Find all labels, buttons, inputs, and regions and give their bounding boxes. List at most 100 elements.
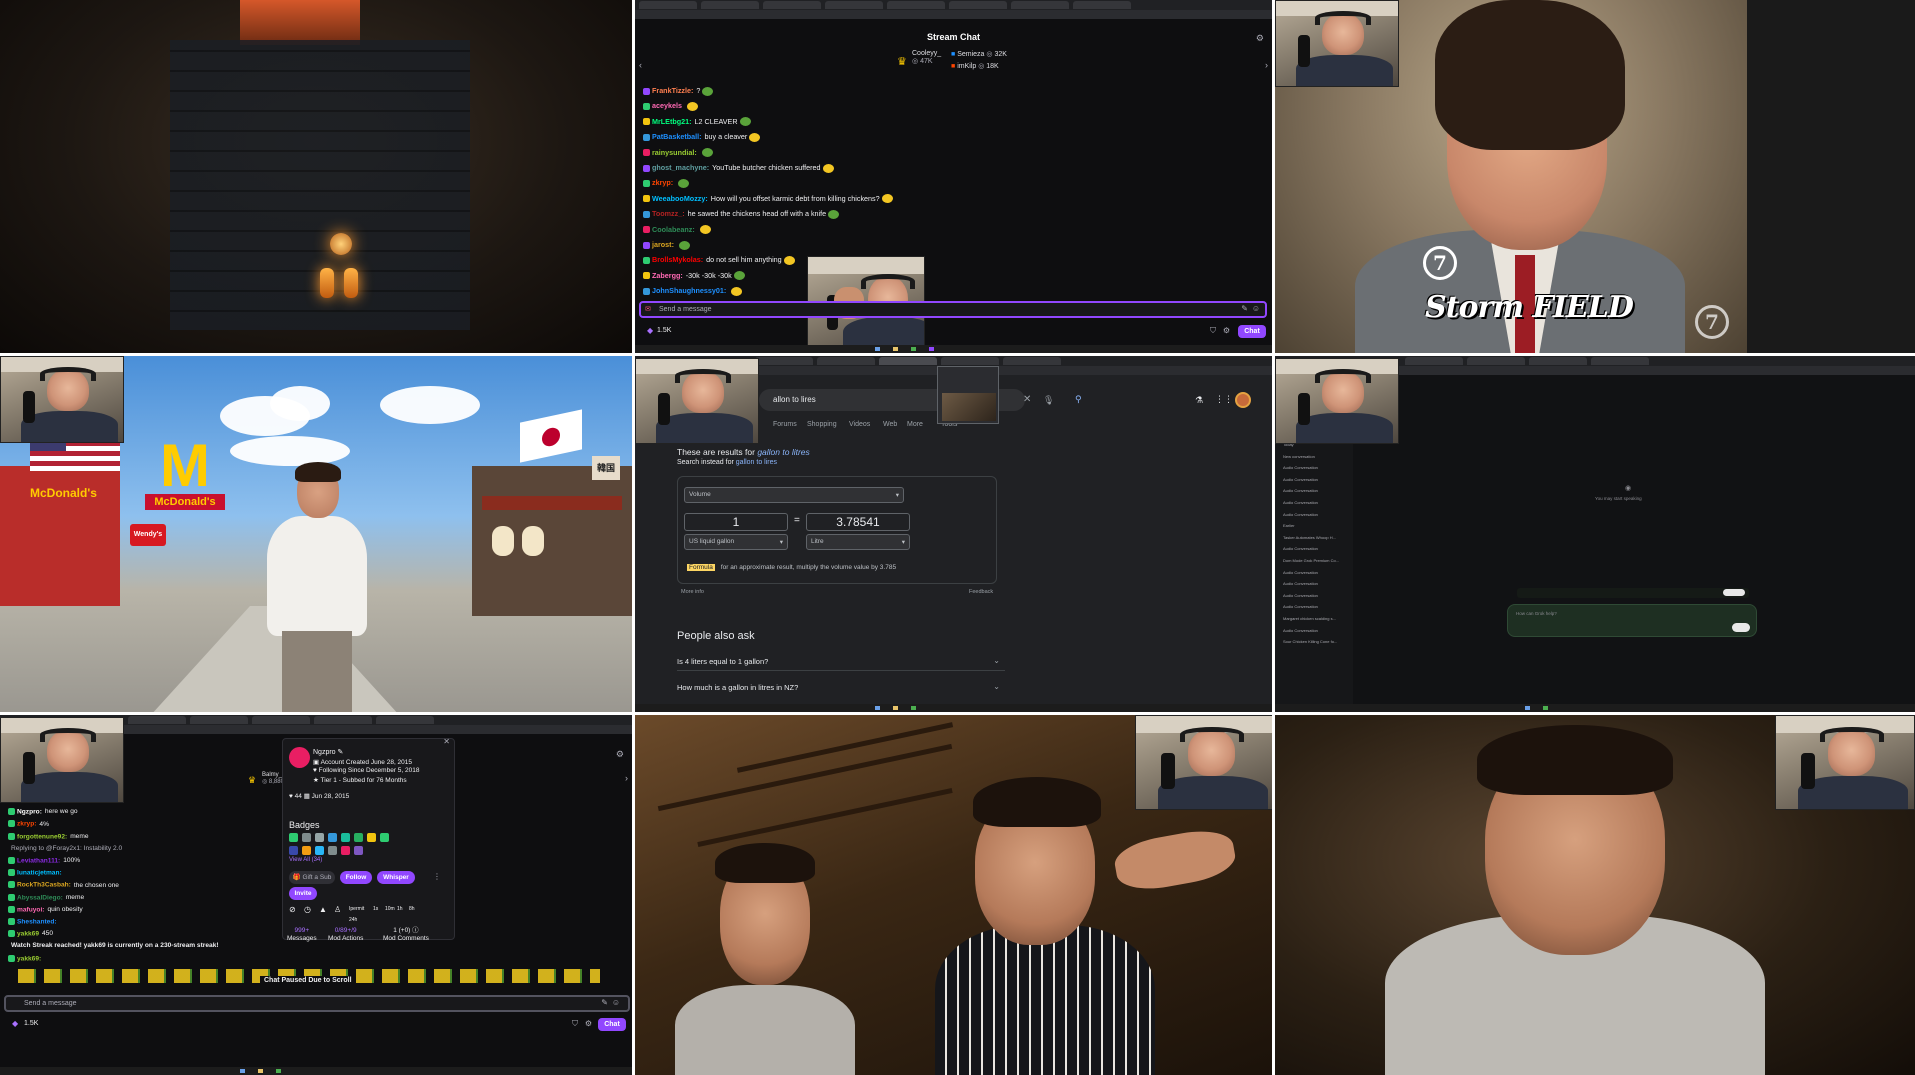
browser-tab[interactable] (1405, 357, 1463, 365)
mod-comments-stat[interactable]: 1 (+0) ⓘ Mod Comments (383, 927, 429, 943)
chat-username[interactable]: aceykels (652, 101, 682, 110)
chat-username[interactable]: Zabergg: (652, 271, 683, 280)
chat-message[interactable]: rainysundial: (643, 148, 715, 158)
chat-message[interactable]: Coolabeanz: (643, 225, 713, 235)
search-instead-link[interactable]: gallon to lires (736, 459, 777, 466)
sidebar-item[interactable]: New conversation (1283, 454, 1315, 459)
chat-message[interactable]: Zabergg: -30k -30k -30k (643, 271, 747, 281)
converter-from-input[interactable]: 1 (684, 513, 788, 531)
chat-message[interactable]: yakk69: (8, 954, 44, 962)
search-nav-tab[interactable]: Forums (773, 421, 797, 428)
converter-to-input[interactable]: 3.78541 (806, 513, 910, 531)
browser-tab[interactable] (190, 716, 248, 724)
chat-username[interactable]: forgottenune92: (17, 833, 67, 840)
chat-username[interactable]: RockTh3Casbah: (17, 882, 71, 889)
account-avatar[interactable] (1235, 392, 1251, 408)
chat-username[interactable]: mafuyoi: (17, 906, 44, 913)
taskbar-app-icon[interactable] (276, 1069, 281, 1073)
chat-message[interactable]: zkryp: (643, 178, 691, 188)
sidebar-item[interactable]: Tasker Automates Whoop H... (1283, 535, 1336, 540)
sidebar-item[interactable]: Audio Conversation (1283, 628, 1318, 633)
whisper-button[interactable]: Whisper (377, 871, 415, 884)
hype-next-chevron-icon[interactable]: › (625, 773, 628, 783)
browser-tab[interactable] (755, 357, 813, 365)
chat-username[interactable]: yakk69 (17, 930, 39, 937)
chat-username[interactable]: MrLEtbg21: (652, 117, 692, 126)
chat-message[interactable]: Replying to @Foray2x1: Instability 2.0 (8, 845, 122, 852)
chat-message[interactable]: forgottenune92: meme (8, 832, 89, 840)
chat-username[interactable]: yakk69: (17, 955, 41, 962)
chat-send-input[interactable]: Send a message (4, 995, 630, 1012)
browser-tab[interactable] (128, 716, 186, 724)
voice-search-icon[interactable]: 🎙 (1043, 395, 1054, 406)
chat-username[interactable]: ghost_machyne: (652, 163, 709, 172)
chat-button[interactable]: Chat (598, 1018, 626, 1031)
chat-username[interactable]: zkryp: (652, 178, 673, 187)
taskbar-start-icon[interactable] (240, 1069, 245, 1073)
chat-message[interactable]: Ngzpro: here we go (8, 808, 78, 815)
taskbar-app-icon[interactable] (911, 347, 916, 351)
converter-category-select[interactable]: Volume ▾ (684, 487, 904, 503)
timeout-option[interactable]: 8h (409, 906, 415, 912)
chat-message[interactable]: MrLEtbg21: L2 CLEAVER (643, 117, 753, 127)
bits-icon[interactable]: ✎ (601, 998, 608, 1007)
browser-tab[interactable] (941, 357, 999, 365)
sidebar-item[interactable]: Audio Conversation (1283, 604, 1318, 609)
chat-username[interactable]: Toomzz_: (652, 209, 685, 218)
browser-tab[interactable] (825, 1, 883, 9)
card-close-icon[interactable]: ✕ (443, 737, 450, 746)
sidebar-item[interactable]: Sour Chicken Killing Cone fo... (1283, 639, 1337, 644)
chat-button[interactable]: Chat (1238, 325, 1266, 338)
taskbar-app-icon[interactable] (911, 706, 916, 710)
chat-settings-gear-icon[interactable]: ⚙ (585, 1019, 592, 1028)
chat-message[interactable]: aceykels (643, 101, 700, 111)
browser-tab[interactable] (1467, 357, 1525, 365)
labs-icon[interactable]: ⚗ (1195, 395, 1203, 406)
chat-message[interactable]: lunaticjetman: (8, 869, 65, 876)
gift-sub-button[interactable]: 🎁 Gift a Sub (289, 871, 335, 884)
clear-search-icon[interactable]: ✕ (1023, 394, 1031, 405)
chat-settings-icon[interactable]: ⚙ (1256, 33, 1264, 44)
sidebar-item[interactable]: Audio Conversation (1283, 570, 1318, 575)
shield-icon[interactable]: ⛉ (572, 1019, 578, 1029)
emote-picker-icon[interactable]: ☺ (1252, 304, 1260, 313)
browser-tab[interactable] (252, 716, 310, 724)
view-all-badges-link[interactable]: View All (34) (289, 857, 322, 863)
chat-message[interactable]: Sheshanted: (8, 918, 60, 925)
timeout-option[interactable]: 24h (349, 917, 357, 923)
timeout-option[interactable]: 1s (373, 906, 378, 912)
chat-username[interactable]: lunaticjetman: (17, 869, 62, 876)
browser-tab[interactable] (1529, 357, 1587, 365)
sidebar-item[interactable]: Audio Conversation (1283, 581, 1318, 586)
chat-username[interactable]: Ngzpro: (17, 808, 42, 815)
chat-username[interactable]: PatBasketball: (652, 132, 702, 141)
sidebar-item[interactable]: Audio Conversation (1283, 477, 1318, 482)
more-options-icon[interactable]: ⋮ (433, 872, 441, 881)
sidebar-item[interactable]: Audio Conversation (1283, 546, 1318, 551)
browser-tab[interactable] (1003, 357, 1061, 365)
browser-tab-active[interactable] (879, 357, 937, 365)
emote-picker-icon[interactable]: ☺ (612, 998, 620, 1007)
taskbar-app-icon[interactable] (1543, 706, 1548, 710)
taskbar-start-icon[interactable] (1525, 706, 1530, 710)
browser-tab[interactable] (639, 1, 697, 9)
chat-username[interactable]: Leviathan111: (17, 857, 60, 864)
messages-stat[interactable]: 999+ Messages (287, 927, 317, 943)
composer-input[interactable]: How can Grok help? (1507, 604, 1757, 637)
browser-tab-strip[interactable] (635, 0, 1272, 10)
chat-message[interactable]: yakk69 450 (8, 930, 53, 937)
chat-username[interactable]: AbyssalDiego: (17, 894, 63, 901)
chat-username[interactable]: zkryp: (17, 821, 36, 828)
mod-actions-stat[interactable]: 0/89+/9 Mod Actions (328, 927, 363, 943)
chat-message[interactable]: ghost_machyne: YouTube butcher chicken su… (643, 163, 836, 173)
permit-label[interactable]: Ipermit (349, 906, 364, 912)
hype-prev-chevron-icon[interactable]: ‹ (639, 60, 642, 70)
ban-icon[interactable]: ⊘ (289, 905, 296, 914)
taskbar-start-icon[interactable] (875, 347, 880, 351)
invite-button[interactable]: Invite (289, 887, 317, 900)
taskbar-app-icon[interactable] (258, 1069, 263, 1073)
chat-message[interactable]: Watch Streak reached! yakk69 is currentl… (8, 942, 219, 949)
chat-message[interactable]: WeeabooMozzy: How will you offset karmic … (643, 194, 895, 204)
address-bar[interactable] (635, 10, 1272, 19)
chat-message[interactable]: zkryp: 4% (8, 820, 49, 828)
